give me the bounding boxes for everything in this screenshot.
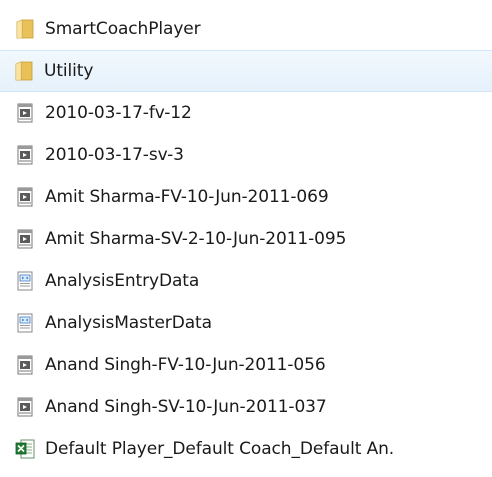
list-item-amit-sharma-sv[interactable]: Amit Sharma-SV-2-10-Jun-2011-095 bbox=[0, 218, 492, 260]
list-item-anand-singh-sv[interactable]: Anand Singh-SV-10-Jun-2011-037 bbox=[0, 386, 492, 428]
list-item-2010-03-17-sv-3[interactable]: 2010-03-17-sv-3 bbox=[0, 134, 492, 176]
video-file-icon bbox=[13, 143, 37, 167]
file-name: Utility bbox=[44, 61, 94, 81]
list-item-2010-03-17-fv-12[interactable]: 2010-03-17-fv-12 bbox=[0, 92, 492, 134]
video-file-icon bbox=[13, 101, 37, 125]
list-item-analysisentrydata[interactable]: AnalysisEntryData bbox=[0, 260, 492, 302]
video-file-icon bbox=[13, 185, 37, 209]
xml-file-icon bbox=[13, 311, 37, 335]
list-item-anand-singh-fv[interactable]: Anand Singh-FV-10-Jun-2011-056 bbox=[0, 344, 492, 386]
list-item-smartcoachplayer[interactable]: SmartCoachPlayer bbox=[0, 8, 492, 50]
xml-file-icon bbox=[13, 269, 37, 293]
list-item-analysismasterdata[interactable]: AnalysisMasterData bbox=[0, 302, 492, 344]
file-name: Default Player_Default Coach_Default An. bbox=[45, 439, 395, 459]
video-file-icon bbox=[13, 227, 37, 251]
video-file-icon bbox=[13, 353, 37, 377]
file-name: Amit Sharma-SV-2-10-Jun-2011-095 bbox=[45, 229, 347, 249]
file-list: SmartCoachPlayer Utility 2010-03-17-fv-1… bbox=[0, 8, 492, 470]
file-name: SmartCoachPlayer bbox=[45, 19, 201, 39]
file-name: AnalysisEntryData bbox=[45, 271, 200, 291]
video-file-icon bbox=[13, 395, 37, 419]
file-name: AnalysisMasterData bbox=[45, 313, 212, 333]
excel-file-icon bbox=[13, 437, 37, 461]
partial-list-item-icon bbox=[12, 470, 36, 477]
folder-icon bbox=[12, 59, 36, 83]
list-item-amit-sharma-fv[interactable]: Amit Sharma-FV-10-Jun-2011-069 bbox=[0, 176, 492, 218]
file-name: 2010-03-17-fv-12 bbox=[45, 103, 192, 123]
file-name: Anand Singh-SV-10-Jun-2011-037 bbox=[45, 397, 327, 417]
file-name: Amit Sharma-FV-10-Jun-2011-069 bbox=[45, 187, 329, 207]
list-item-utility[interactable]: Utility bbox=[0, 50, 492, 92]
folder-icon bbox=[13, 17, 37, 41]
file-name: 2010-03-17-sv-3 bbox=[45, 145, 184, 165]
list-item-default-player[interactable]: Default Player_Default Coach_Default An. bbox=[0, 428, 492, 470]
file-name: Anand Singh-FV-10-Jun-2011-056 bbox=[45, 355, 326, 375]
